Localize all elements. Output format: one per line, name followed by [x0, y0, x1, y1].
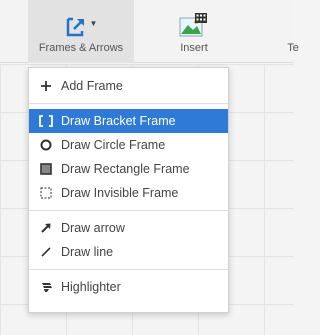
menu-item-draw-arrow[interactable]: Draw arrow [29, 216, 228, 240]
menu-item-label: Draw Circle Frame [61, 138, 166, 152]
rectangle-frame-icon [39, 162, 53, 176]
menu-item-invisible-frame[interactable]: Draw Invisible Frame [29, 181, 228, 205]
plus-icon [39, 79, 53, 93]
frames-dropdown-menu: Add Frame Draw Bracket Frame Draw Circle… [28, 67, 229, 313]
menu-item-add-frame[interactable]: Add Frame [29, 74, 228, 98]
menu-item-label: Draw Bracket Frame [61, 114, 176, 128]
frames-arrows-button[interactable]: ▼ Frames & Arrows [28, 0, 134, 63]
line-icon [39, 245, 53, 259]
highlighter-icon [39, 280, 53, 294]
frames-arrows-icon: ▼ [65, 0, 98, 38]
menu-item-label: Draw arrow [61, 221, 125, 235]
menu-item-rectangle-frame[interactable]: Draw Rectangle Frame [29, 157, 228, 181]
menu-item-circle-frame[interactable]: Draw Circle Frame [29, 133, 228, 157]
menu-divider [29, 103, 228, 104]
menu-item-label: Draw Invisible Frame [61, 186, 179, 200]
insert-label: Insert [180, 42, 208, 54]
frames-arrows-label: Frames & Arrows [38, 42, 124, 54]
bracket-frame-icon [39, 114, 53, 128]
menu-item-label: Add Frame [61, 79, 123, 93]
insert-image-icon [179, 0, 209, 38]
arrow-icon [39, 221, 53, 235]
menu-divider [29, 210, 228, 211]
menu-item-bracket-frame[interactable]: Draw Bracket Frame [29, 109, 228, 133]
insert-button[interactable]: Insert [158, 0, 230, 63]
chevron-down-icon: ▼ [89, 19, 98, 28]
menu-item-highlighter[interactable]: Highlighter [29, 275, 228, 299]
menu-item-label: Draw line [61, 245, 114, 259]
menu-item-label: Highlighter [61, 280, 121, 294]
ribbon: ▼ Frames & Arrows Insert Te [0, 0, 299, 63]
menu-divider [29, 269, 228, 270]
next-ribbon-label: Te [287, 42, 299, 54]
menu-item-label: Draw Rectangle Frame [61, 162, 190, 176]
menu-item-draw-line[interactable]: Draw line [29, 240, 228, 264]
invisible-frame-icon [39, 186, 53, 200]
next-ribbon-button[interactable]: Te [278, 0, 308, 63]
circle-frame-icon [39, 138, 53, 152]
